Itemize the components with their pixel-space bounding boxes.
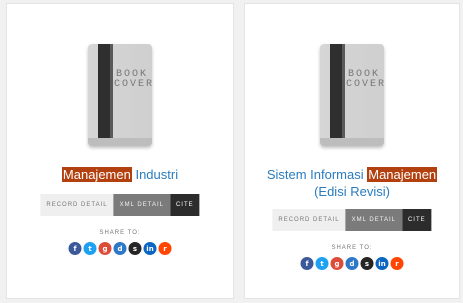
twitter-icon[interactable]: t xyxy=(83,242,97,255)
cover-text-line: COVER xyxy=(114,79,152,90)
xml-detail-button[interactable]: XML DETAIL xyxy=(345,209,402,231)
share-icons: f t g d s in r xyxy=(68,242,172,255)
book-spine-edge xyxy=(342,44,345,146)
book-bottom-shade xyxy=(88,138,152,146)
cover-text: BOOK COVER xyxy=(114,70,152,90)
twitter-icon[interactable]: t xyxy=(315,257,329,270)
cite-button[interactable]: CITE xyxy=(169,194,200,216)
action-buttons: RECORD DETAIL XML DETAIL CITE xyxy=(40,194,200,216)
title-text: (Edisi Revisi) xyxy=(314,184,390,199)
record-detail-button[interactable]: RECORD DETAIL xyxy=(272,209,346,231)
cite-button[interactable]: CITE xyxy=(401,209,432,231)
book-card: BOOK COVER Sistem Informasi Manajemen (E… xyxy=(244,3,460,299)
book-title-link[interactable]: Manajemen Industri xyxy=(7,166,233,183)
search-highlight: Manajemen xyxy=(367,167,438,182)
book-cover-image[interactable]: BOOK COVER xyxy=(88,44,152,146)
title-text: Industri xyxy=(131,167,179,182)
search-highlight: Manajemen xyxy=(61,167,132,182)
linkedin-icon[interactable]: in xyxy=(143,242,157,255)
record-detail-button[interactable]: RECORD DETAIL xyxy=(40,194,114,216)
stumbleupon-icon[interactable]: s xyxy=(360,257,374,270)
xml-detail-button[interactable]: XML DETAIL xyxy=(113,194,170,216)
facebook-icon[interactable]: f xyxy=(300,257,314,270)
share-label: SHARE TO: xyxy=(99,230,141,236)
digg-icon[interactable]: d xyxy=(345,257,359,270)
google-plus-icon[interactable]: g xyxy=(98,242,112,255)
book-spine xyxy=(98,44,110,146)
reddit-icon[interactable]: r xyxy=(158,242,172,255)
share-icons: f t g d s in r xyxy=(300,257,404,270)
book-cover-image[interactable]: BOOK COVER xyxy=(320,44,384,146)
facebook-icon[interactable]: f xyxy=(68,242,82,255)
cover-text-line: COVER xyxy=(346,79,384,90)
title-text: Sistem Informasi xyxy=(266,167,368,182)
cover-text: BOOK COVER xyxy=(346,70,384,90)
google-plus-icon[interactable]: g xyxy=(330,257,344,270)
digg-icon[interactable]: d xyxy=(113,242,127,255)
book-title-link[interactable]: Sistem Informasi Manajemen (Edisi Revisi… xyxy=(245,166,459,200)
book-card: BOOK COVER Manajemen Industri RECORD DET… xyxy=(6,3,234,299)
action-buttons: RECORD DETAIL XML DETAIL CITE xyxy=(272,209,432,231)
stumbleupon-icon[interactable]: s xyxy=(128,242,142,255)
book-spine-edge xyxy=(110,44,113,146)
reddit-icon[interactable]: r xyxy=(390,257,404,270)
book-spine xyxy=(330,44,342,146)
linkedin-icon[interactable]: in xyxy=(375,257,389,270)
book-bottom-shade xyxy=(320,138,384,146)
share-label: SHARE TO: xyxy=(331,245,373,251)
